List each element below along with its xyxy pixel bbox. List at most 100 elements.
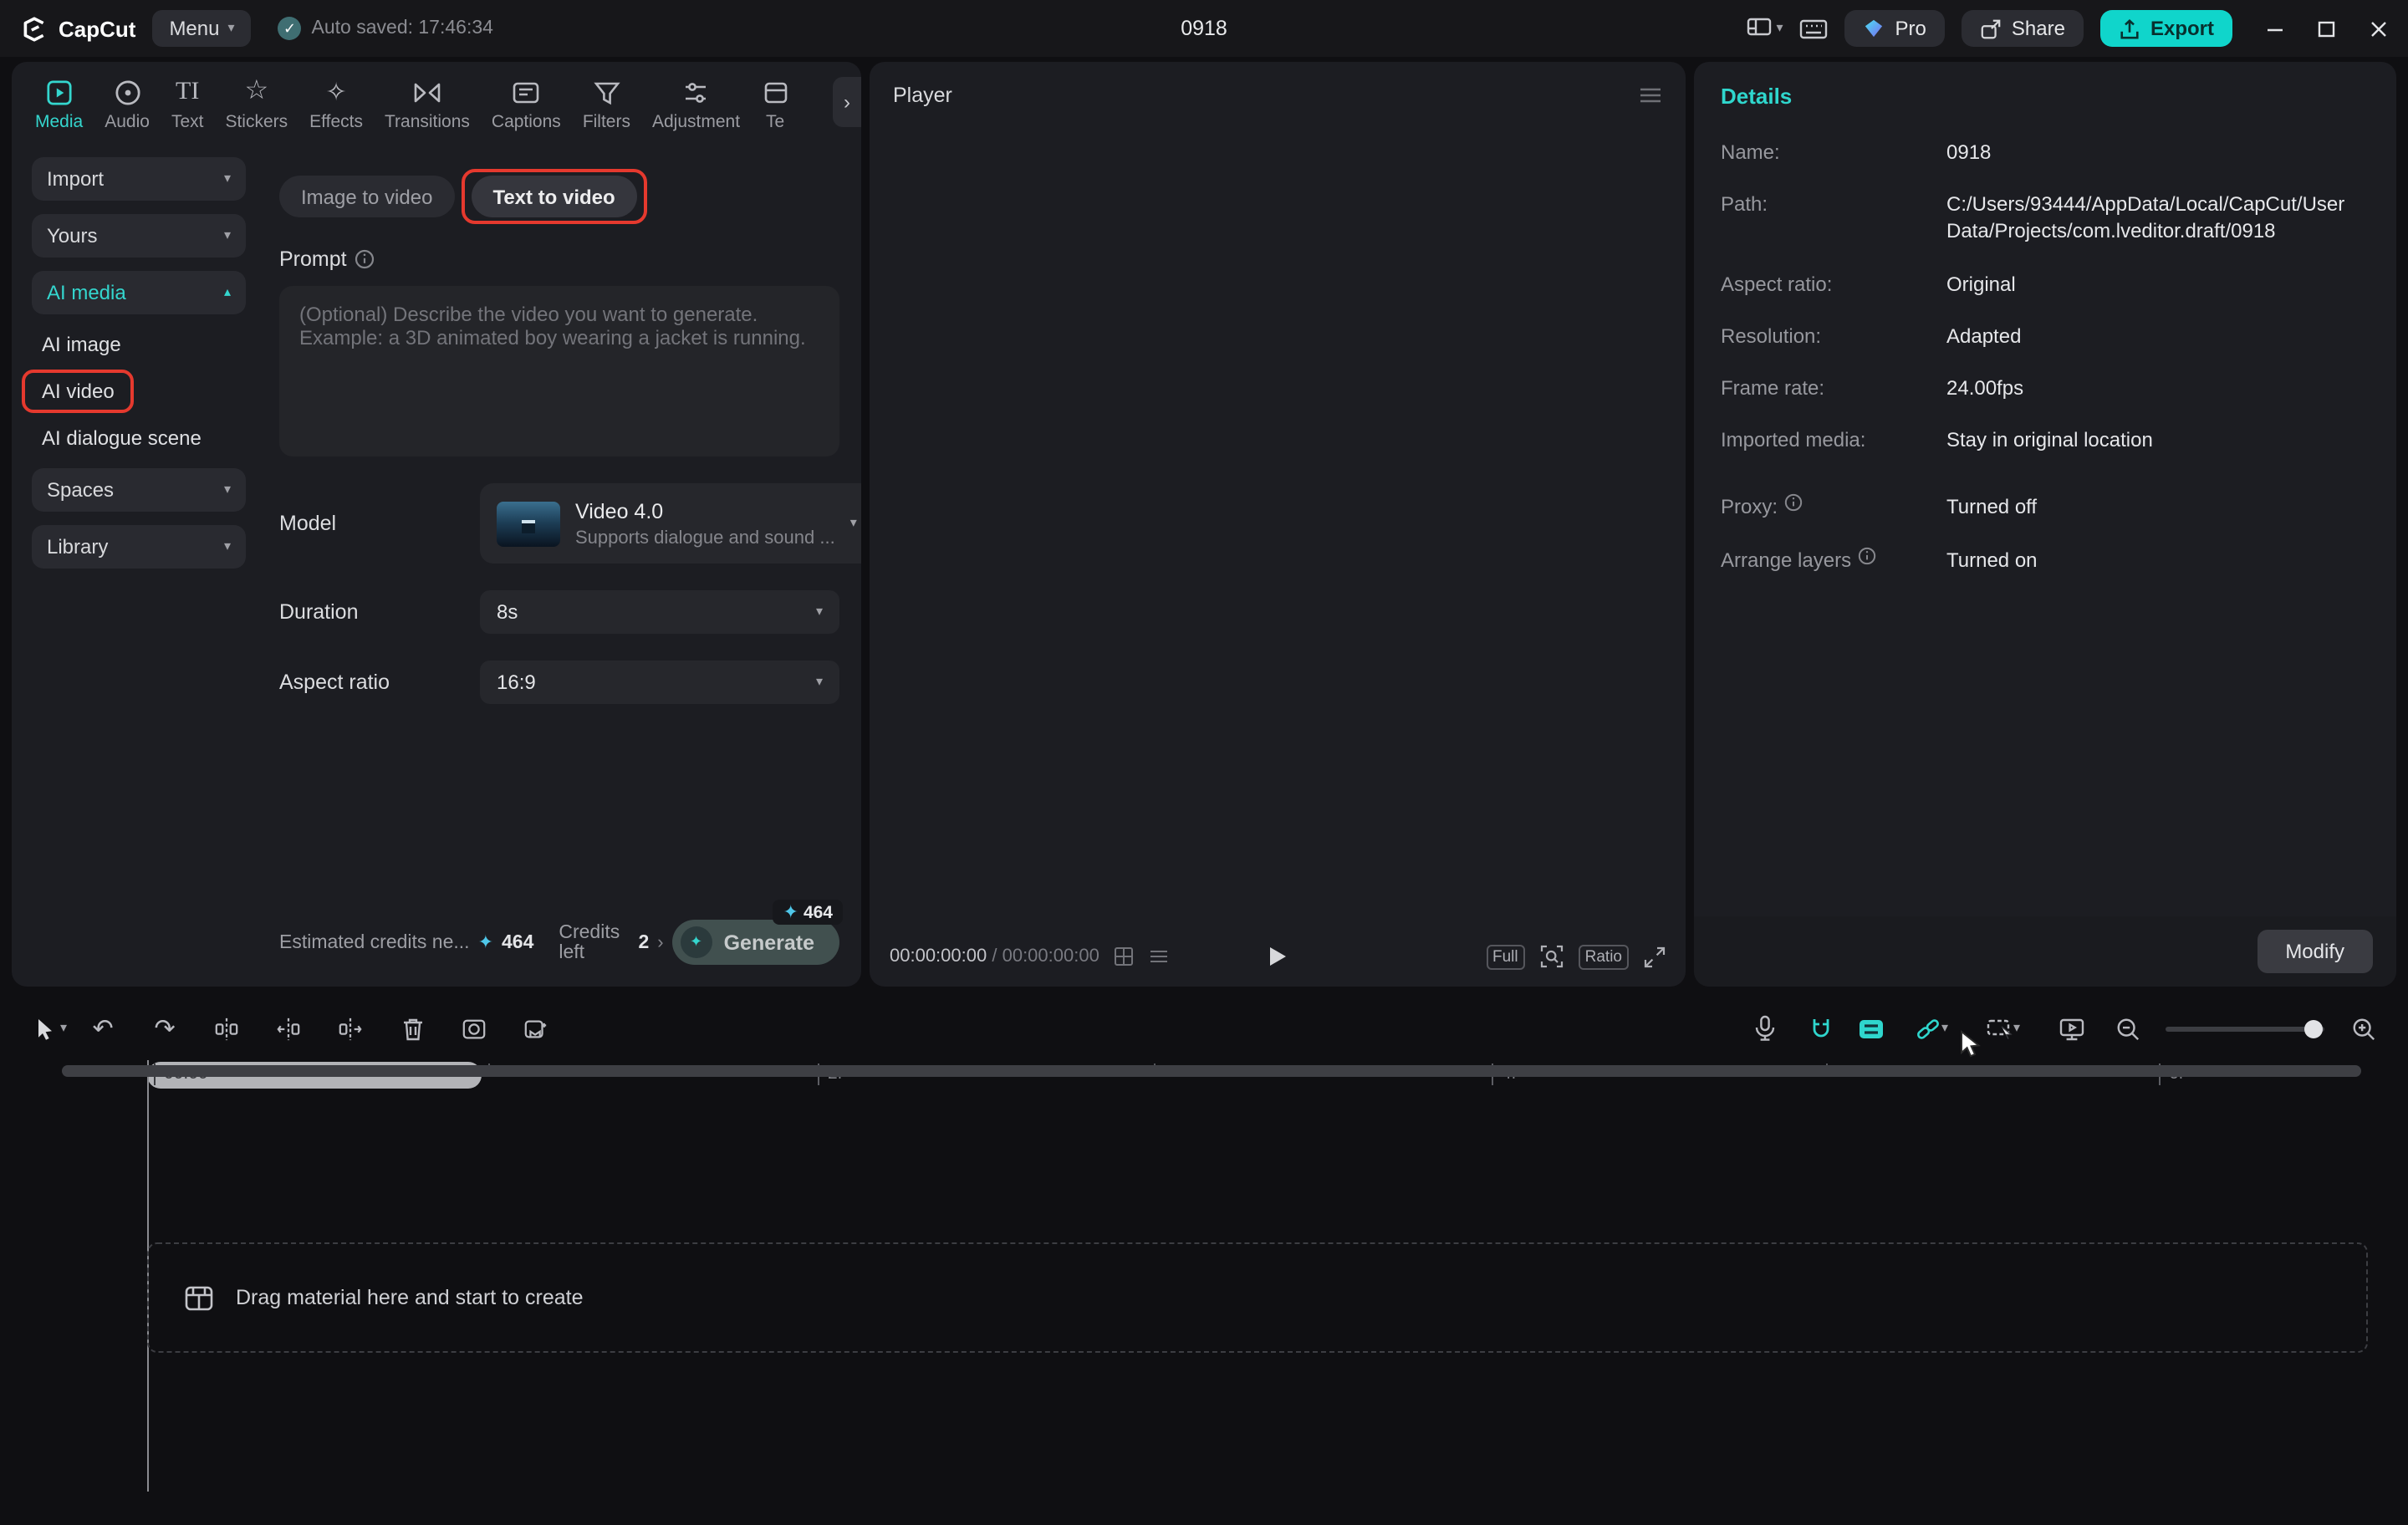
aspect-ratio-dropdown[interactable]: 16:9 ▾ [480, 660, 839, 704]
prompt-input[interactable] [279, 286, 839, 456]
screen-preview-button[interactable] [2040, 1016, 2102, 1041]
frame-grid-icon[interactable] [1115, 946, 1135, 967]
timeline-zoom-slider[interactable] [2166, 1026, 2324, 1031]
tab-adjustment[interactable]: Adjustment [642, 74, 750, 135]
sidebar-item-ai-media[interactable]: AI media ▴ [32, 271, 246, 314]
frame-list-icon[interactable] [1150, 946, 1170, 967]
quality-selector[interactable]: Full [1486, 944, 1525, 969]
filters-icon [593, 77, 620, 107]
maximize-button[interactable] [2318, 19, 2336, 38]
zoom-out-button[interactable] [2102, 1016, 2152, 1041]
slider-thumb[interactable] [2304, 1019, 2323, 1038]
preview-zoom-icon[interactable] [1540, 945, 1564, 968]
credit-circle-icon: ✦ [681, 926, 712, 958]
delete-button[interactable] [381, 1016, 443, 1041]
menu-button[interactable]: Menu ▾ [152, 10, 251, 47]
delete-left-button[interactable] [258, 1016, 319, 1041]
timecode-total: 00:00:00:00 [1002, 946, 1099, 967]
tab-audio[interactable]: Audio [94, 74, 160, 135]
redo-button[interactable]: ↷ [134, 1016, 196, 1041]
generate-cost-badge: ✦ 464 [773, 900, 844, 925]
duration-dropdown[interactable]: 8s ▾ [480, 590, 839, 634]
empty-track-dropzone[interactable]: Drag material here and start to create [147, 1242, 2368, 1353]
ratio-selector[interactable]: Ratio [1579, 944, 1629, 969]
tab-text[interactable]: TI Text [161, 74, 214, 135]
tab-label: Text [171, 112, 204, 132]
sidebar-label: Library [47, 535, 108, 558]
tab-label: Captions [492, 112, 561, 132]
model-dropdown[interactable]: Video 4.0 Supports dialogue and sound ..… [480, 483, 861, 564]
tab-label: Filters [583, 112, 630, 132]
sidebar-item-spaces[interactable]: Spaces ▾ [32, 468, 246, 512]
pro-badge[interactable]: Pro [1845, 10, 1945, 47]
auto-link-button[interactable]: ▾ [1896, 1016, 1967, 1041]
mask-button[interactable] [443, 1016, 505, 1041]
record-voiceover-button[interactable] [1734, 1015, 1796, 1042]
text-to-video-tab[interactable]: Text to video [471, 176, 636, 217]
generate-label: Generate [724, 931, 814, 954]
info-icon[interactable] [1858, 546, 1876, 564]
zoom-in-button[interactable] [2338, 1016, 2388, 1041]
share-button[interactable]: Share [1962, 10, 2084, 47]
export-label: Export [2150, 17, 2214, 40]
detail-label: Aspect ratio: [1721, 270, 1832, 297]
generate-button[interactable]: ✦ Generate ✦ 464 [672, 920, 839, 965]
timecode-separator: / [987, 946, 1002, 967]
minimize-button[interactable] [2266, 19, 2284, 38]
tab-captions[interactable]: Captions [482, 74, 571, 135]
chevron-down-icon: ▾ [816, 605, 823, 619]
info-icon[interactable] [1784, 494, 1803, 513]
export-button[interactable]: Export [2100, 10, 2232, 47]
shortcut-keyboard-button[interactable] [1800, 18, 1829, 39]
player-menu-icon[interactable] [1639, 87, 1662, 104]
image-to-video-tab[interactable]: Image to video [279, 176, 454, 217]
close-button[interactable] [2370, 19, 2388, 38]
detail-value: C:/Users/93444/AppData/Local/CapCut/User… [1946, 191, 2370, 245]
player-viewport[interactable] [870, 129, 1686, 926]
snap-magnet-button[interactable] [1796, 1016, 1846, 1041]
duration-value: 8s [497, 600, 518, 624]
pro-label: Pro [1895, 17, 1926, 40]
chevron-down-icon: ▾ [1941, 1022, 1948, 1035]
undo-button[interactable]: ↶ [72, 1016, 134, 1041]
split-button[interactable] [196, 1016, 258, 1041]
model-thumbnail [497, 501, 560, 546]
delete-right-button[interactable] [319, 1016, 381, 1041]
sidebar-item-ai-dialogue-scene[interactable]: AI dialogue scene [32, 421, 212, 455]
sidebar-item-import[interactable]: Import ▾ [32, 157, 246, 201]
detail-row-arrange-layers: Arrange layers Turned on [1721, 546, 2370, 573]
chevron-down-icon: ▾ [224, 172, 231, 186]
sidebar-item-ai-video[interactable]: AI video [32, 375, 125, 408]
sidebar-item-ai-image[interactable]: AI image [32, 328, 131, 361]
extract-frame-button[interactable] [505, 1016, 567, 1041]
tab-label: Stickers [225, 112, 288, 132]
tab-label: Adjustment [652, 112, 740, 132]
play-button[interactable] [1267, 945, 1288, 968]
tab-label: Audio [105, 112, 150, 132]
detail-value: Stay in original location [1946, 426, 2370, 453]
fullscreen-icon[interactable] [1644, 946, 1666, 967]
tab-filters[interactable]: Filters [573, 74, 640, 135]
effects-icon: ✧ [325, 77, 346, 107]
tab-transitions[interactable]: Transitions [375, 74, 480, 135]
info-icon[interactable] [355, 249, 375, 269]
layout-switch-button[interactable]: ▾ [1747, 17, 1783, 40]
chevron-down-icon: ▾ [224, 229, 231, 242]
sidebar-item-library[interactable]: Library ▾ [32, 525, 246, 569]
chevron-right-icon[interactable]: › [657, 932, 663, 952]
chevron-down-icon: ▾ [60, 1022, 67, 1035]
details-panel: Details Name: 0918 Path: C:/Users/93444/… [1694, 62, 2396, 987]
main-track-magnet-button[interactable] [1846, 1016, 1896, 1041]
credits-left-label: Credits left [559, 922, 630, 962]
detail-label: Proxy: [1721, 494, 1778, 521]
detail-row-imported-media: Imported media: Stay in original locatio… [1721, 426, 2370, 453]
sidebar-item-yours[interactable]: Yours ▾ [32, 214, 246, 258]
tab-stickers[interactable]: ☆ Stickers [215, 74, 298, 135]
tab-effects[interactable]: ✧ Effects [299, 74, 373, 135]
modify-button[interactable]: Modify [2257, 930, 2373, 973]
tab-media[interactable]: Media [25, 74, 93, 135]
cursor-tool-button[interactable]: ▾ [20, 1016, 72, 1041]
timeline-hscrollbar[interactable] [62, 1065, 2361, 1077]
tab-templates-truncated[interactable]: Te [752, 74, 798, 135]
tabs-overflow-button[interactable]: › [833, 77, 861, 127]
